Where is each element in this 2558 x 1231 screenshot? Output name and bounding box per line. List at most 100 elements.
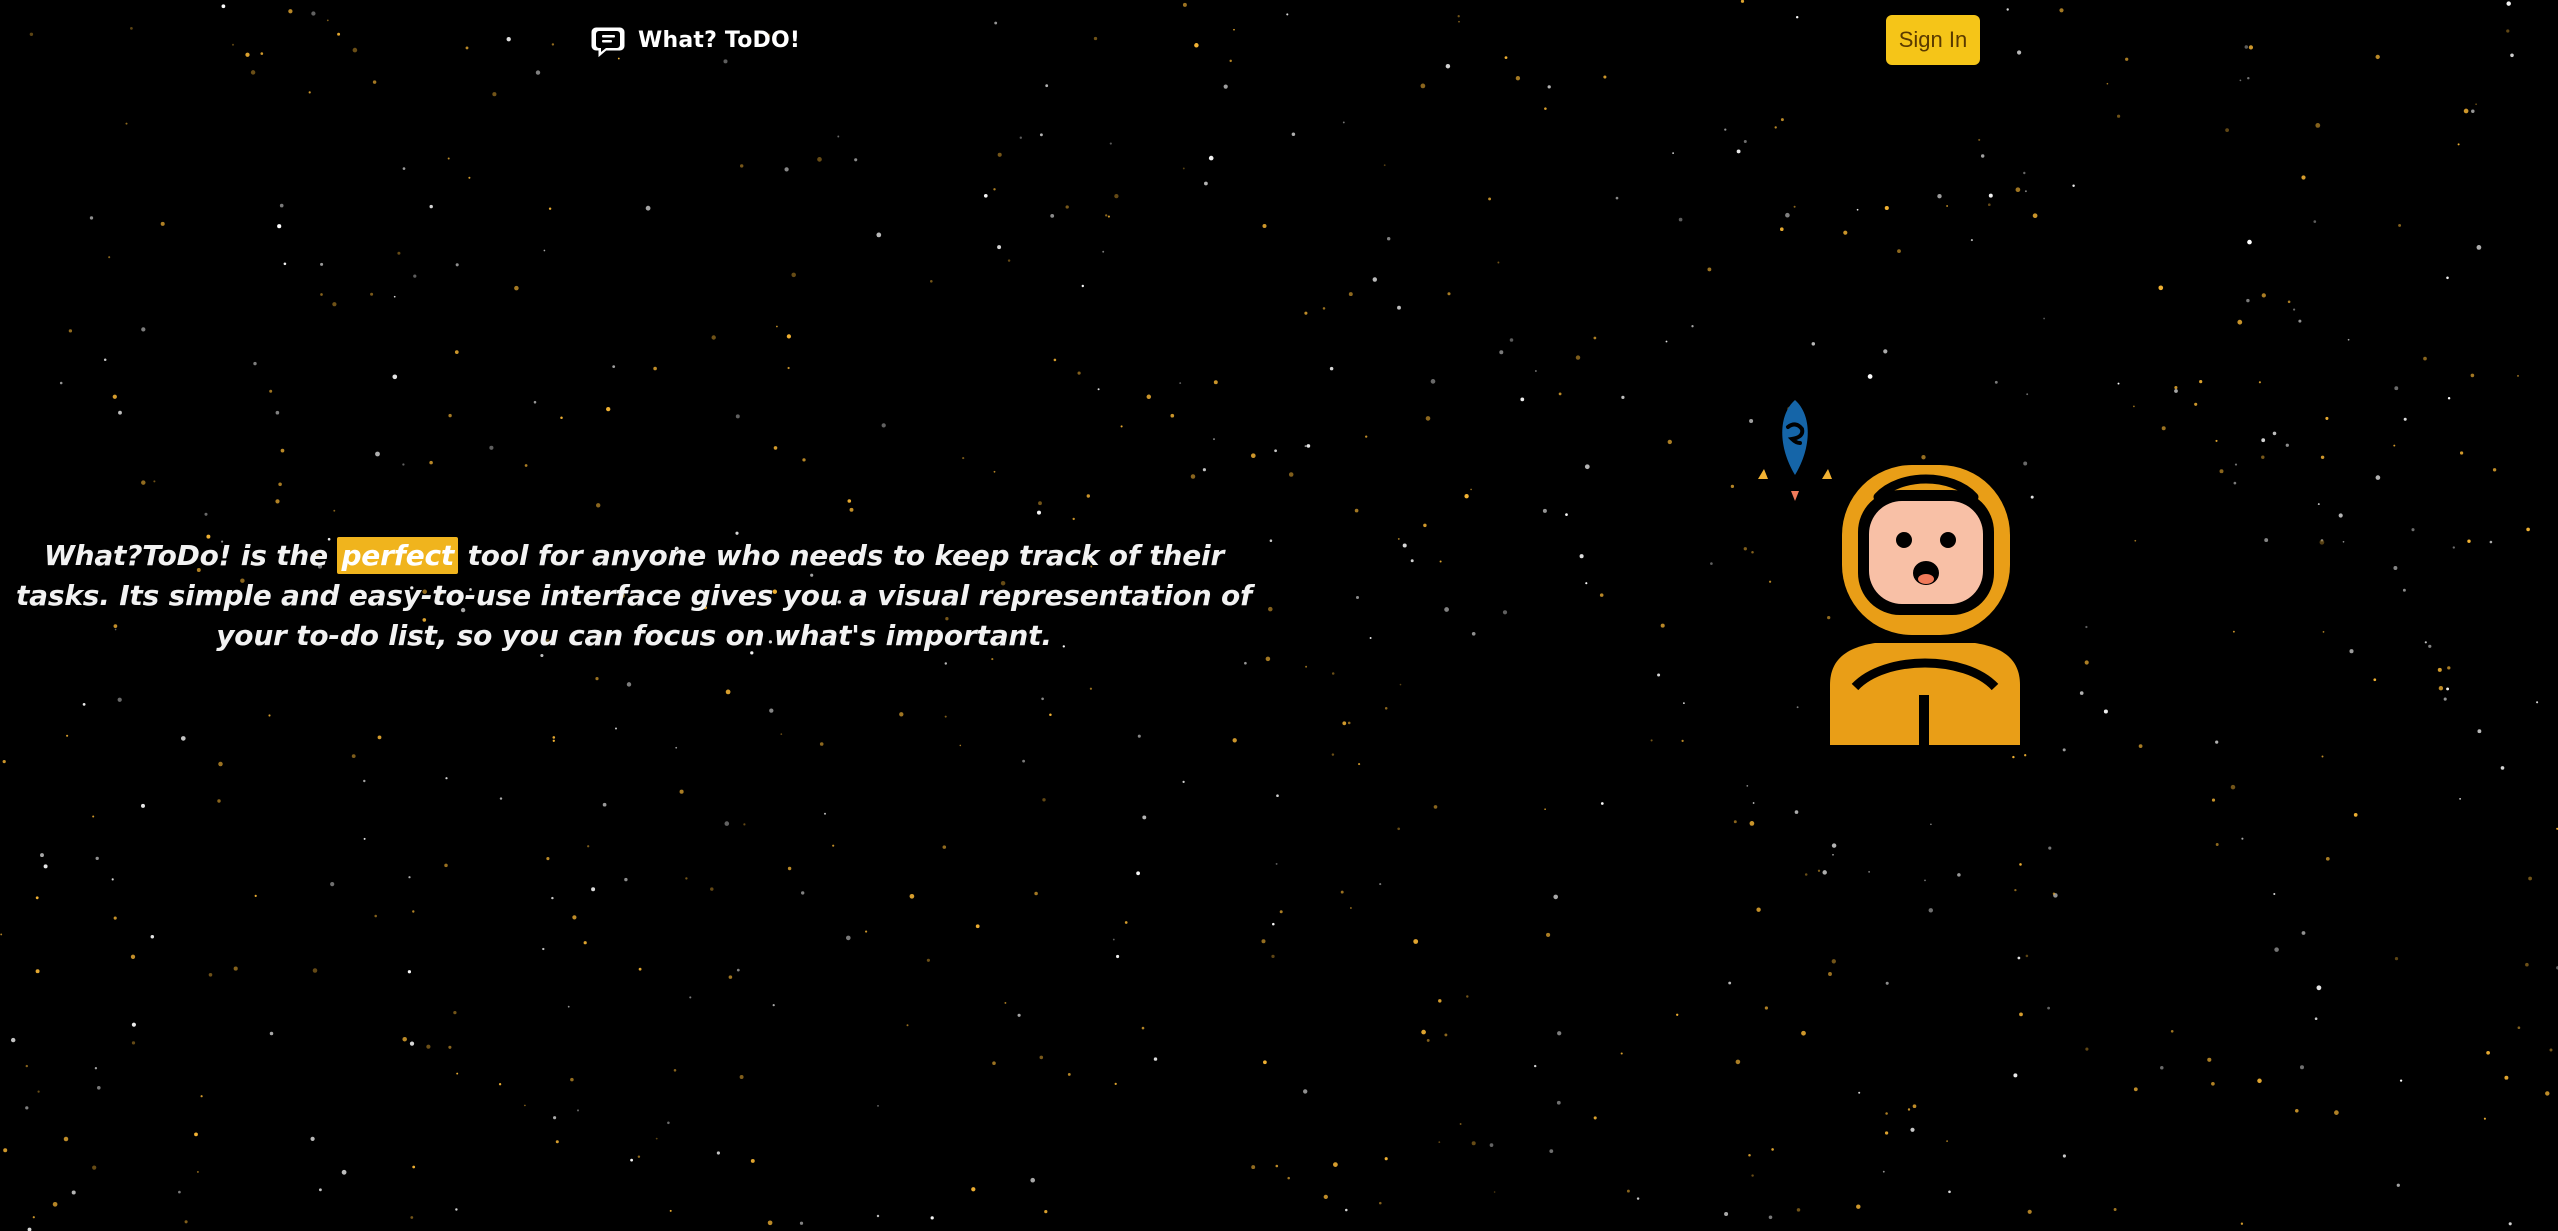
star xyxy=(2528,876,2532,881)
star xyxy=(1410,559,1414,563)
star xyxy=(1667,439,1672,445)
star xyxy=(2347,338,2350,341)
star xyxy=(2459,451,2464,455)
star xyxy=(847,499,852,503)
star xyxy=(131,1041,136,1045)
star xyxy=(1397,305,1401,310)
star xyxy=(1439,560,1442,563)
star xyxy=(1831,843,1837,848)
rocket-icon xyxy=(1758,400,1832,501)
star xyxy=(2170,1029,2174,1033)
star xyxy=(108,256,111,259)
star xyxy=(1438,1141,1441,1144)
star xyxy=(141,803,145,808)
star xyxy=(1384,1157,1388,1161)
star xyxy=(1828,972,1832,976)
star xyxy=(1291,132,1296,136)
star xyxy=(679,789,684,794)
star xyxy=(2424,641,2427,644)
star xyxy=(533,400,537,404)
star xyxy=(555,1140,559,1144)
star xyxy=(2402,588,2406,592)
star xyxy=(2261,438,2266,443)
star xyxy=(930,1216,934,1220)
star xyxy=(2117,382,2120,385)
star xyxy=(615,727,617,730)
star xyxy=(1170,413,1175,418)
star xyxy=(2215,439,2218,442)
star xyxy=(1251,1165,1256,1170)
star xyxy=(2287,300,2291,304)
star xyxy=(320,293,323,296)
star xyxy=(1768,1215,1773,1220)
star xyxy=(587,845,590,848)
star xyxy=(1774,126,1777,129)
star xyxy=(402,167,406,170)
star xyxy=(130,954,136,959)
star xyxy=(37,1090,40,1093)
star xyxy=(1858,1091,1861,1094)
star xyxy=(68,329,73,333)
star xyxy=(1756,907,1761,912)
star xyxy=(1369,637,1372,639)
star xyxy=(2447,666,2451,670)
star xyxy=(1843,230,1848,235)
star xyxy=(454,350,459,354)
star xyxy=(1039,133,1043,137)
star xyxy=(2394,956,2399,961)
star xyxy=(1213,380,1218,385)
star xyxy=(1565,513,1568,516)
star xyxy=(278,482,282,487)
star xyxy=(1019,136,1022,139)
star xyxy=(596,503,601,508)
star xyxy=(1109,142,1112,145)
star xyxy=(2443,697,2447,701)
star xyxy=(1924,879,1926,882)
star xyxy=(277,224,282,229)
star xyxy=(2234,463,2238,466)
star xyxy=(2375,475,2381,480)
star xyxy=(1142,815,1147,820)
star xyxy=(2274,947,2279,952)
star xyxy=(1980,154,1985,158)
star xyxy=(1107,215,1110,218)
star xyxy=(983,193,988,198)
star xyxy=(514,285,519,291)
star xyxy=(32,1216,35,1219)
star xyxy=(1546,932,1551,937)
star xyxy=(1988,193,1993,198)
star xyxy=(1053,358,1057,362)
star xyxy=(1593,1116,1597,1120)
star xyxy=(546,857,550,861)
star xyxy=(1372,277,1378,282)
star xyxy=(1208,155,1214,161)
star xyxy=(333,509,336,512)
star xyxy=(2396,1183,2400,1187)
star xyxy=(1141,1026,1145,1030)
star xyxy=(1223,84,1228,89)
star xyxy=(1710,562,1713,565)
star xyxy=(63,1136,69,1142)
star xyxy=(2015,187,2021,193)
star xyxy=(1124,921,1128,924)
star xyxy=(1544,808,1546,811)
star xyxy=(1041,697,1044,701)
sign-in-button[interactable]: Sign In xyxy=(1886,15,1980,65)
star xyxy=(1780,227,1784,231)
star xyxy=(1263,1060,1267,1065)
star xyxy=(1304,445,1307,448)
star xyxy=(1987,203,1991,207)
star xyxy=(1007,259,1011,262)
star xyxy=(685,877,688,880)
star xyxy=(2237,319,2243,325)
star xyxy=(363,837,366,840)
star xyxy=(448,1045,452,1049)
star xyxy=(1509,338,1514,342)
star xyxy=(2117,114,2121,118)
star xyxy=(2321,755,2324,758)
star xyxy=(876,232,882,238)
star xyxy=(2174,386,2178,390)
brand-link[interactable]: What? ToDO! xyxy=(590,20,800,60)
star xyxy=(1022,759,1026,763)
star xyxy=(1268,606,1273,612)
